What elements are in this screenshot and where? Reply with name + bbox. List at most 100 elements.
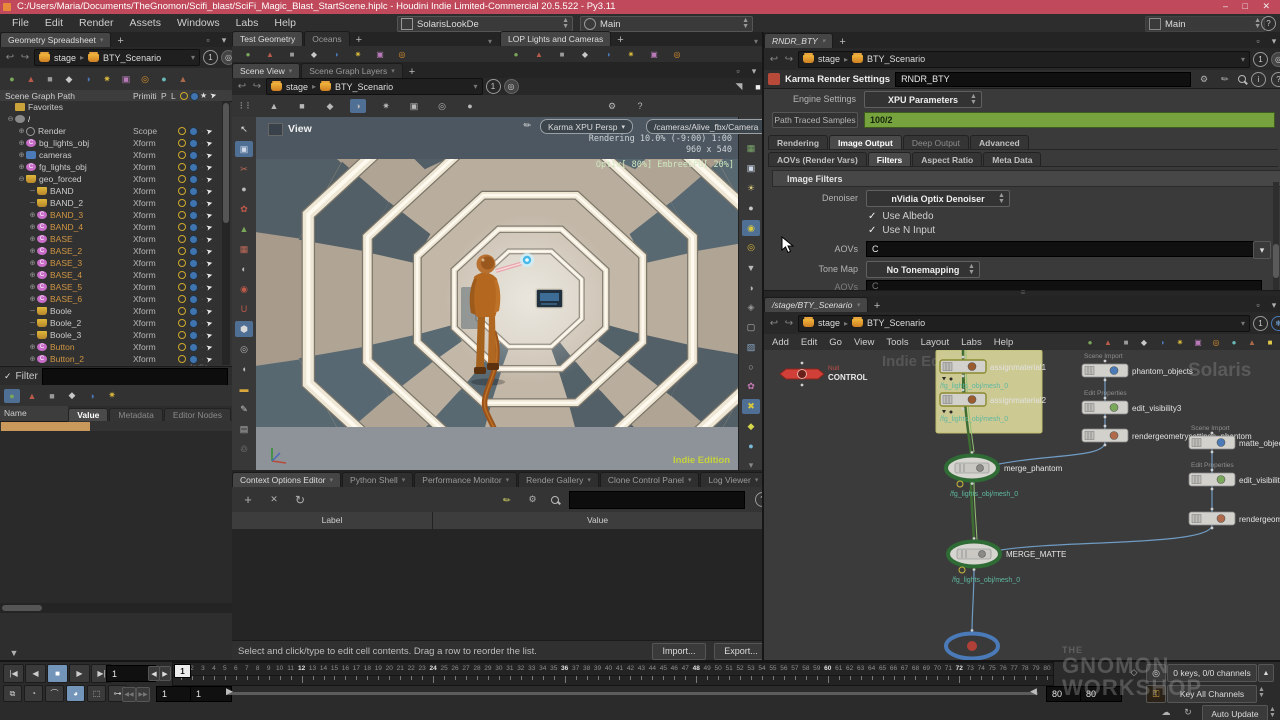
pan-tool-icon[interactable]: ▲ <box>266 99 282 113</box>
forward-icon[interactable]: ↪ <box>19 52 31 63</box>
curve-stroke-icon[interactable]: ◑ <box>328 47 344 61</box>
snap-magnet-a-icon[interactable]: ◉ <box>235 281 253 297</box>
tree-row-band-3[interactable]: ⊕CBAND_3Xform·➤ <box>0 209 222 221</box>
tree-row-base-5[interactable]: ⊕CBASE_5Xform·➤ <box>0 281 222 293</box>
pin-gold-icon[interactable]: ▲ <box>175 72 191 86</box>
tab-geometry-spreadsheet[interactable]: Geometry Spreadsheet▾ <box>0 32 111 47</box>
filter-funnel-icon[interactable]: ✷ <box>104 389 120 403</box>
simple-figure-icon[interactable]: ◎ <box>394 47 410 61</box>
tree-row-boole-3[interactable]: ─Boole_3Xform·➤ <box>0 329 222 341</box>
select-cursor-icon[interactable]: ➤ <box>205 294 214 304</box>
select-cursor-icon[interactable]: ➤ <box>205 306 214 316</box>
tab-scene-graph-layers[interactable]: Scene Graph Layers▾ <box>301 63 402 78</box>
place-light-icon[interactable]: ✿ <box>235 201 253 217</box>
snap-magnet-b-icon[interactable]: U <box>235 301 253 317</box>
pin-icon-2[interactable]: ◎ <box>504 79 519 94</box>
update-mode-button[interactable]: Auto Update <box>1202 705 1268 720</box>
pane-maximize-icon-4[interactable]: ▫ <box>1250 34 1266 48</box>
tab-performance-monitor[interactable]: Performance Monitor▾ <box>414 472 517 487</box>
construction-plane-icon[interactable]: ◖ <box>235 361 253 377</box>
go-range-end[interactable]: ▶▶ <box>136 687 150 702</box>
net-menu-labs[interactable]: Labs <box>955 337 988 348</box>
tree-row-band-4[interactable]: ⊕CBAND_4Xform·➤ <box>0 221 222 233</box>
name-column-header[interactable]: Name <box>0 406 68 422</box>
set-key-icon[interactable]: ◇ <box>1126 665 1142 679</box>
folder-tab-filters[interactable]: Filters <box>868 152 912 166</box>
back-icon[interactable]: ↩ <box>4 52 16 63</box>
net-menu-view[interactable]: View <box>848 337 880 348</box>
pencil-icon[interactable]: ✎ <box>496 489 517 510</box>
link-badge[interactable]: 1 <box>203 50 218 65</box>
net-menu-tools[interactable]: Tools <box>880 337 914 348</box>
activation-icon[interactable] <box>178 271 186 279</box>
activation-icon[interactable] <box>178 139 186 147</box>
engine-settings-spinner[interactable]: ▲▼ <box>970 94 977 106</box>
visibility-icon[interactable] <box>189 127 198 136</box>
breadcrumb-path-2[interactable]: stage▸ BTY_Scenario▾ <box>266 78 483 95</box>
activation-icon[interactable] <box>178 331 186 339</box>
folder-tab-deep-output[interactable]: Deep Output <box>903 135 969 149</box>
back-icon-2[interactable]: ↩ <box>236 81 248 92</box>
texture-quality-icon[interactable]: ● <box>742 438 760 454</box>
ghost-other-objects-icon[interactable]: ▦ <box>742 141 760 157</box>
activation-icon[interactable] <box>178 355 186 363</box>
tree-filter-input[interactable] <box>42 368 228 386</box>
net-menu-edit[interactable]: Edit <box>795 337 823 348</box>
rs-info-icon[interactable]: i <box>1251 72 1266 87</box>
pane-maximize-icon-2[interactable]: ▫ <box>730 64 746 78</box>
clipping-regions-icon[interactable]: ✖ <box>742 399 760 415</box>
net-menu-layout[interactable]: Layout <box>915 337 956 348</box>
render-region-icon[interactable]: ▣ <box>406 99 422 113</box>
select-cursor-icon[interactable]: ➤ <box>205 198 214 208</box>
tree-row-cameras[interactable]: ⊕camerasXform·➤ <box>0 149 222 161</box>
range-slider-left-handle[interactable]: ▶ <box>226 686 233 697</box>
timeline-ruler[interactable]: 1234567891011121314151617181920212223242… <box>172 662 1054 686</box>
aovs-field[interactable]: C <box>866 241 1262 257</box>
tab-oceans[interactable]: Oceans <box>304 31 349 46</box>
activation-icon[interactable] <box>178 211 186 219</box>
tab-render-gallery[interactable]: Render Gallery▾ <box>518 472 599 487</box>
activation-icon[interactable] <box>178 283 186 291</box>
male-figure-icon[interactable]: ✷ <box>350 47 366 61</box>
activation-icon[interactable] <box>178 319 186 327</box>
highlight-tool-icon[interactable]: ◑ <box>350 99 366 113</box>
link-badge-3[interactable]: 1 <box>1253 52 1268 67</box>
rs-brush-icon[interactable]: ✎ <box>1214 68 1235 89</box>
rubber-toy-icon[interactable]: ● <box>240 47 256 61</box>
tree-row-band-2[interactable]: ─BAND_2Xform·➤ <box>0 197 222 209</box>
denoiser-select[interactable]: nVidia Optix Denoiser <box>866 190 1010 207</box>
tab-scene-view[interactable]: Scene View▾ <box>232 63 300 78</box>
tab-stage-bty-scenario[interactable]: /stage/BTY_Scenario▾ <box>764 297 868 312</box>
memory-cloud-icon[interactable]: ☁ <box>1158 705 1174 719</box>
use-n-input-checkbox[interactable]: ✓Use N Input <box>868 225 935 236</box>
tree-row-boole-2[interactable]: ─Boole_2Xform·➤ <box>0 317 222 329</box>
snap-orient-icon[interactable]: ◐ <box>235 261 253 277</box>
tonemap-spinner[interactable]: ▲▼ <box>968 264 975 276</box>
forward-icon-4[interactable]: ↪ <box>783 318 795 329</box>
pin-icon-3[interactable]: ◎ <box>1271 52 1280 67</box>
pane-menu-icon-5[interactable]: ▾ <box>1266 298 1280 312</box>
recook-scene-icon[interactable]: ↻ <box>1180 705 1196 719</box>
box-zoom-tool-icon[interactable]: ✷ <box>378 99 394 113</box>
tree-row-button-2[interactable]: ⊕CButton_2Xform·➤ <box>0 353 222 365</box>
info-icon[interactable]: ◑ <box>80 72 96 86</box>
new-tab-button[interactable]: + <box>112 35 128 47</box>
shelf-menu-left-icon[interactable]: ▾ <box>488 37 492 46</box>
select-cursor-icon[interactable]: ➤ <box>205 330 214 340</box>
activation-icon[interactable] <box>178 343 186 351</box>
tab-rndr-bty[interactable]: RNDR_BTY▾ <box>764 33 833 48</box>
activation-icon[interactable] <box>178 187 186 195</box>
inspect-zoom-icon[interactable]: ✷ <box>99 72 115 86</box>
key-icon[interactable]: ⚿ <box>1146 685 1166 703</box>
select-mask-icon[interactable]: ◆ <box>742 418 760 434</box>
viewport[interactable]: ↖▣✂●✿▲▦◐◉U⬢◎◖▬✎▤♲ ◈▦▣☀●◉◎▼◑◈▢▨○✿✖◆●▾ Vie… <box>232 117 762 470</box>
activation-icon[interactable] <box>178 199 186 207</box>
tree-row-band[interactable]: ─BANDXform·➤ <box>0 185 222 197</box>
audio-toggle-button[interactable]: ◔ <box>24 685 43 702</box>
snapshot-gallery-icon[interactable]: ● <box>462 99 478 113</box>
export-button[interactable]: Export... <box>714 643 768 660</box>
activation-icon[interactable] <box>178 127 186 135</box>
context-search-input[interactable] <box>569 491 746 509</box>
play-backward-button[interactable]: ◀ <box>25 664 46 683</box>
activation-icon[interactable] <box>178 175 186 183</box>
